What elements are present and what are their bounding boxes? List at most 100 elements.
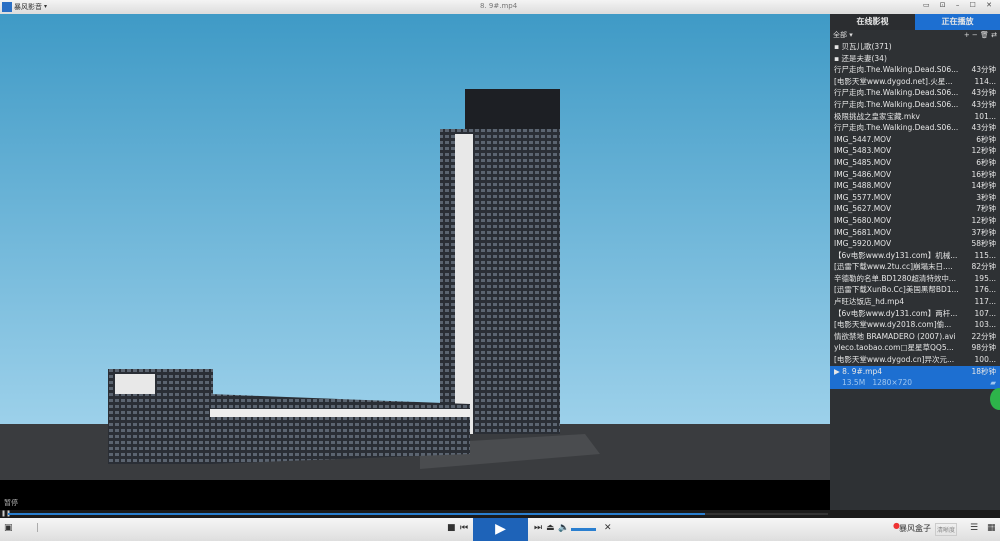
playlist-item[interactable]: IMG_5483.MOV 12秒钟 [830,145,1000,157]
playlist: ▪ 贝瓦儿歌(371) ▪ 还是夫妻(34) 行尸走肉.The.Walking.… [830,41,1000,366]
item-duration: 115... [974,250,996,260]
playlist-item[interactable]: [电影天堂www.dygod.net].火星... 114... [830,76,1000,88]
eject-icon[interactable]: ⏏ [546,523,555,533]
playlist-item[interactable]: yleco.taobao.com□星星草QQ5... 98分钟 [830,342,1000,354]
file-title: 8. 9#.mp4 [480,2,518,10]
item-name: IMG_5577.MOV [834,192,892,202]
folder-icon[interactable]: ▰ [990,377,996,389]
previous-icon[interactable]: ⏮ [460,523,468,533]
item-name: [迅雷下载XunBo.Cc]美国黑帮BD1... [834,285,959,295]
tab-online-video[interactable]: 在线影视 [830,14,915,30]
item-name: [电影天堂www.dygod.net].火星... [834,76,953,86]
stop-icon[interactable]: ■ [447,523,456,533]
item-name: [电影天堂www.dygod.cn]异次元... [834,355,955,365]
playlist-item[interactable]: IMG_5920.MOV 58秒钟 [830,238,1000,250]
brand-button[interactable]: 暴风盒子 [899,523,931,534]
current-resolution: 1280×720 [872,378,913,388]
tab-now-playing[interactable]: 正在播放 [915,14,1000,30]
item-name: 行尸走肉.The.Walking.Dead.S06... [834,88,959,98]
playlist-group[interactable]: ▪ 还是夫妻(34) [830,53,1000,65]
item-name: IMG_5485.MOV [834,157,892,167]
playlist-item[interactable]: IMG_5485.MOV 6秒钟 [830,157,1000,169]
item-name: IMG_5483.MOV [834,146,892,156]
item-name: IMG_5680.MOV [834,215,892,225]
item-duration: 82分钟 [971,262,996,272]
playlist-item[interactable]: 卢旺达饭店_hd.mp4 117... [830,296,1000,308]
playlist-item[interactable]: 情欲禁地 BRAMADERO (2007).avi 22分钟 [830,331,1000,343]
control-bar: ▣ | ■ ⏮ ▶ ⏭ ⏏ 🔈 ✕ ● 暴风盒子 清晰度 ☰ ▦ [0,518,1000,541]
item-name: IMG_5920.MOV [834,239,892,249]
item-duration: 6秒钟 [976,157,996,167]
item-duration: 114... [974,76,996,86]
item-duration: 43分钟 [971,123,996,133]
item-duration: 6秒钟 [976,134,996,144]
playing-icon: ▶ [834,366,840,376]
current-duration: 18秒钟 [971,366,996,376]
current-size: 13.5M [842,378,866,388]
playlist-item[interactable]: [迅雷下载XunBo.Cc]美国黑帮BD1... 176... [830,284,1000,296]
settings-icon[interactable]: ▦ [987,523,996,533]
current-item[interactable]: ▶ 8. 9#.mp4 18秒钟 13.5M 1280×720 ▰ [830,365,1000,389]
progress-bar[interactable]: ❚❚ [0,510,1000,518]
filter-dropdown[interactable]: 全部 ▾ [833,30,853,41]
item-name: 辛德勒的名单.BD1280超清特效中... [834,273,957,283]
volume-icon[interactable]: 🔈 [558,523,569,533]
play-button[interactable]: ▶ [473,518,528,541]
item-name: 行尸走肉.The.Walking.Dead.S06... [834,123,959,133]
fullscreen-icon[interactable]: ✕ [604,523,612,533]
volume-slider[interactable] [571,528,596,531]
item-duration: 103... [974,320,996,330]
item-name: 行尸走肉.The.Walking.Dead.S06... [834,99,959,109]
item-name: 情欲禁地 BRAMADERO (2007).avi [834,331,956,341]
item-duration: 100... [974,355,996,365]
playlist-item[interactable]: IMG_5447.MOV 6秒钟 [830,134,1000,146]
app-logo-icon[interactable] [2,2,12,12]
playlist-item[interactable]: IMG_5681.MOV 37秒钟 [830,227,1000,239]
group-label: 贝瓦儿歌(371) [841,42,892,51]
playlist-item[interactable]: 辛德勒的名单.BD1280超清特效中... 195... [830,273,1000,285]
playlist-item[interactable]: [电影天堂www.dy2018.com]偷... 103... [830,319,1000,331]
playback-status: 暂停 [4,499,18,507]
item-duration: 3秒钟 [976,192,996,202]
playlist-item[interactable]: IMG_5577.MOV 3秒钟 [830,192,1000,204]
item-duration: 43分钟 [971,99,996,109]
item-name: [电影天堂www.dy2018.com]偷... [834,320,952,330]
item-duration: 12秒钟 [971,215,996,225]
group-label: 还是夫妻(34) [841,53,887,63]
playlist-item[interactable]: [迅雷下载www.2tu.cc]崩塌末日.... 82分钟 [830,261,1000,273]
item-duration: 117... [974,297,996,307]
playlist-item[interactable]: 【6v电影www.dy131.com】两杆... 107... [830,308,1000,320]
playlist-item[interactable]: 行尸走肉.The.Walking.Dead.S06... 43分钟 [830,122,1000,134]
playlist-item[interactable]: IMG_5486.MOV 16秒钟 [830,169,1000,181]
playlist-item[interactable]: 行尸走肉.The.Walking.Dead.S06... 43分钟 [830,99,1000,111]
item-name: [迅雷下载www.2tu.cc]崩塌末日.... [834,262,953,272]
item-name: IMG_5486.MOV [834,169,892,179]
chevron-down-icon[interactable]: ▾ [44,3,47,10]
item-name: IMG_5488.MOV [834,181,892,191]
playlist-item[interactable]: 行尸走肉.The.Walking.Dead.S06... 43分钟 [830,64,1000,76]
progress-fill [8,513,705,515]
item-duration: 176... [974,285,996,295]
playlist-item[interactable]: 【6v电影www.dy131.com】机械... 115... [830,250,1000,262]
playlist-item[interactable]: IMG_5488.MOV 14秒钟 [830,180,1000,192]
item-name: 卢旺达饭店_hd.mp4 [834,297,904,307]
item-duration: 37秒钟 [971,227,996,237]
playlist-item[interactable]: [电影天堂www.dygod.cn]异次元... 100... [830,354,1000,366]
playlist-item[interactable]: 极限挑战之皇家宝藏.mkv 101... [830,111,1000,123]
playlist-tools[interactable]: + − 🗑 ⇄ [964,30,997,41]
playlist-item[interactable]: IMG_5680.MOV 12秒钟 [830,215,1000,227]
clarity-button[interactable]: 清晰度 [935,523,958,536]
playlist-group[interactable]: ▪ 贝瓦儿歌(371) [830,41,1000,53]
next-icon[interactable]: ⏭ [534,523,542,533]
playlist-toggle-icon[interactable]: ☰ [970,523,978,533]
current-name: 8. 9#.mp4 [842,366,882,376]
item-duration: 107... [974,308,996,318]
item-name: IMG_5681.MOV [834,227,892,237]
window-controls[interactable]: ▭ ⊡ – ☐ ✕ [923,1,996,9]
playlist-item[interactable]: 行尸走肉.The.Walking.Dead.S06... 43分钟 [830,87,1000,99]
app-menu[interactable]: 暴风影音 [14,2,42,12]
item-name: yleco.taobao.com□星星草QQ5... [834,343,954,353]
toolbox-icon[interactable]: ▣ [4,523,13,533]
video-frame [0,14,830,480]
playlist-item[interactable]: IMG_5627.MOV 7秒钟 [830,203,1000,215]
